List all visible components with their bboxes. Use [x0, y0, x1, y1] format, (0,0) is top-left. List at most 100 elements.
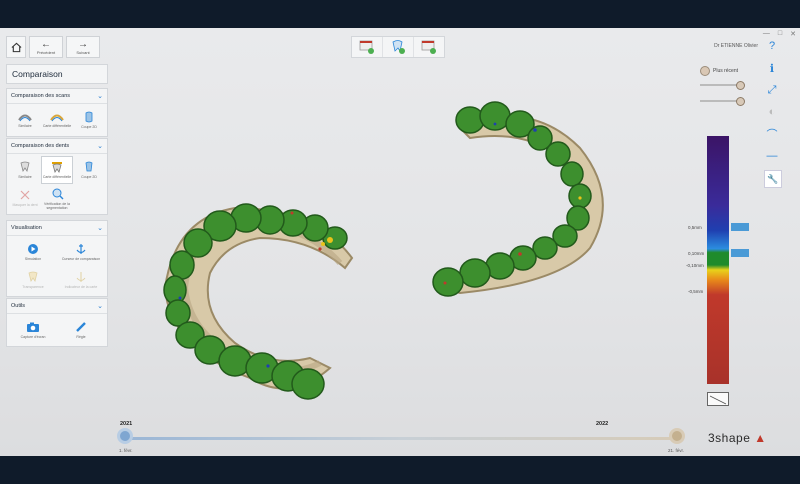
tool-label: Coupe 2D — [81, 125, 97, 129]
home-icon — [11, 42, 21, 52]
transparency-tool[interactable]: Transparence — [9, 266, 57, 294]
tools-section: Outils ⌄ Capture d'écran Règle — [6, 298, 108, 347]
workflow-steps — [351, 36, 445, 58]
lower-arch-model[interactable] — [163, 203, 354, 400]
visualisation-header[interactable]: Visualisation ⌄ — [7, 221, 107, 236]
arrow-right-icon: → — [78, 38, 88, 50]
scan-similar-tool[interactable]: Similaire — [9, 106, 41, 134]
next-label: Suivant — [76, 49, 90, 55]
tool-label: Curseur de comparaison — [61, 257, 101, 261]
teeth-section: Comparaison des dents ⌄ Similaire Carte d… — [6, 138, 108, 215]
upper-arch-model[interactable] — [432, 101, 604, 297]
step-scan-button[interactable] — [352, 37, 383, 57]
ruler-icon — [76, 322, 86, 332]
chevron-down-icon: ⌄ — [97, 143, 103, 150]
scan-section-tool[interactable]: Coupe 2D — [73, 106, 105, 134]
recent-toggle[interactable]: Plus récent — [700, 66, 738, 76]
info-button[interactable]: ℹ — [764, 60, 780, 76]
logo-triangle-icon: ▲ — [750, 431, 767, 445]
magnifier-tooth-icon — [52, 188, 63, 199]
reset-icon — [709, 395, 727, 405]
upper-threshold-handle[interactable] — [731, 223, 749, 231]
opacity-slider-2[interactable] — [700, 97, 745, 106]
next-button[interactable]: → Suivant — [66, 36, 100, 58]
top-nav: ← Précédent → Suivant — [6, 36, 100, 58]
timeline-date-end: 21. févr. — [668, 448, 685, 453]
visualisation-section: Visualisation ⌄ Simulation Curseur de com… — [6, 220, 108, 297]
arrow-left-icon: ← — [41, 38, 51, 50]
minimize-button[interactable]: — — [763, 30, 770, 38]
title-panel: Comparaison — [6, 64, 108, 84]
scale-label-2: 0,10mm — [688, 251, 705, 256]
segmentation-check-tool[interactable]: Vérification de la segmentation — [41, 184, 73, 212]
brand-name: 3shape — [708, 431, 751, 445]
scale-label-4: -0,5mm — [688, 289, 704, 294]
tool-label: Indicateur de la carte — [64, 285, 98, 289]
help-button[interactable]: ? — [764, 38, 780, 54]
chevron-down-icon: ⌄ — [97, 303, 103, 310]
curve-button[interactable]: ⌒ — [764, 126, 780, 142]
diff-map-icon — [50, 114, 64, 122]
timeline-node-end[interactable] — [669, 428, 685, 444]
chevron-down-icon: ⌄ — [97, 225, 103, 232]
previous-button[interactable]: ← Précédent — [29, 36, 63, 58]
brand-logo: 3shape ▲ — [708, 431, 767, 445]
simulation-tool[interactable]: Simulation — [9, 238, 57, 266]
tools-header[interactable]: Outils ⌄ — [7, 299, 107, 314]
minus-button[interactable]: — — [764, 148, 780, 164]
opacity-button[interactable]: ◐ — [764, 104, 780, 120]
fit-view-button[interactable]: ⤢ — [764, 82, 780, 98]
teeth-section-tool[interactable]: Coupe 2D — [73, 156, 105, 184]
hide-tooth-icon — [20, 190, 30, 200]
step-tooth-button[interactable] — [383, 37, 414, 57]
tooth-diff-map-icon — [52, 162, 62, 173]
color-scale-bar — [707, 136, 729, 384]
slider-knob[interactable] — [736, 97, 745, 106]
play-icon — [28, 244, 38, 254]
scans-section: Comparaison des scans ⌄ Similaire Carte d… — [6, 88, 108, 137]
teeth-header-label: Comparaison des dents — [11, 143, 70, 149]
scale-reset-button[interactable] — [707, 392, 729, 406]
comparison-cursor-tool[interactable]: Curseur de comparaison — [57, 238, 105, 266]
timeline-track[interactable] — [125, 437, 677, 440]
compare-step-icon — [421, 40, 436, 54]
timeline-date-start: 1. févr. — [119, 448, 133, 453]
tool-label: Similaire — [18, 124, 32, 128]
slider-knob[interactable] — [736, 81, 745, 90]
screenshot-tool[interactable]: Capture d'écran — [9, 316, 57, 344]
scan-diffmap-tool[interactable]: Carte différentielle — [41, 106, 73, 134]
opacity-slider-1[interactable] — [700, 81, 745, 90]
dental-scan-viewport[interactable] — [140, 58, 660, 408]
scale-label-1: 0,5mm — [688, 225, 702, 230]
tool-label: Masquer la dent — [12, 203, 38, 207]
wrench-icon: 🔧 — [767, 173, 779, 184]
close-button[interactable]: ✕ — [790, 30, 796, 38]
timeline-year-end: 2022 — [596, 421, 609, 427]
teeth-diffmap-tool[interactable]: Carte différentielle — [41, 156, 73, 184]
teeth-header[interactable]: Comparaison des dents ⌄ — [7, 139, 107, 154]
scans-header[interactable]: Comparaison des scans ⌄ — [7, 89, 107, 104]
app-window: — □ ✕ ← Précédent → Suivant Comparaison … — [0, 28, 800, 456]
tooth-section-icon — [85, 161, 93, 172]
map-indicator-tool[interactable]: Indicateur de la carte — [57, 266, 105, 294]
fit-view-icon: ⤢ — [767, 83, 777, 96]
settings-button[interactable]: 🔧 — [764, 170, 782, 188]
previous-label: Précédent — [36, 49, 56, 55]
hide-tooth-tool[interactable]: Masquer la dent — [9, 184, 41, 212]
anchor-icon — [76, 244, 86, 254]
tool-label: Règle — [76, 335, 86, 339]
help-icon: ? — [768, 40, 776, 52]
timeline-node-start[interactable] — [117, 428, 133, 444]
scans-header-label: Comparaison des scans — [11, 93, 71, 99]
right-toolbar: ? ℹ ⤢ ◐ ⌒ — 🔧 — [764, 38, 782, 188]
chevron-down-icon: ⌄ — [97, 93, 103, 100]
ruler-tool[interactable]: Règle — [57, 316, 105, 344]
visualisation-header-label: Visualisation — [11, 225, 42, 231]
maximize-button[interactable]: □ — [778, 30, 782, 38]
lower-threshold-handle[interactable] — [731, 249, 749, 257]
tool-label: Carte différentielle — [42, 175, 72, 179]
home-button[interactable] — [6, 36, 26, 58]
teeth-similar-tool[interactable]: Similaire — [9, 156, 41, 184]
step-compare-button[interactable] — [414, 37, 444, 57]
timeline-year-start: 2021 — [120, 421, 133, 427]
